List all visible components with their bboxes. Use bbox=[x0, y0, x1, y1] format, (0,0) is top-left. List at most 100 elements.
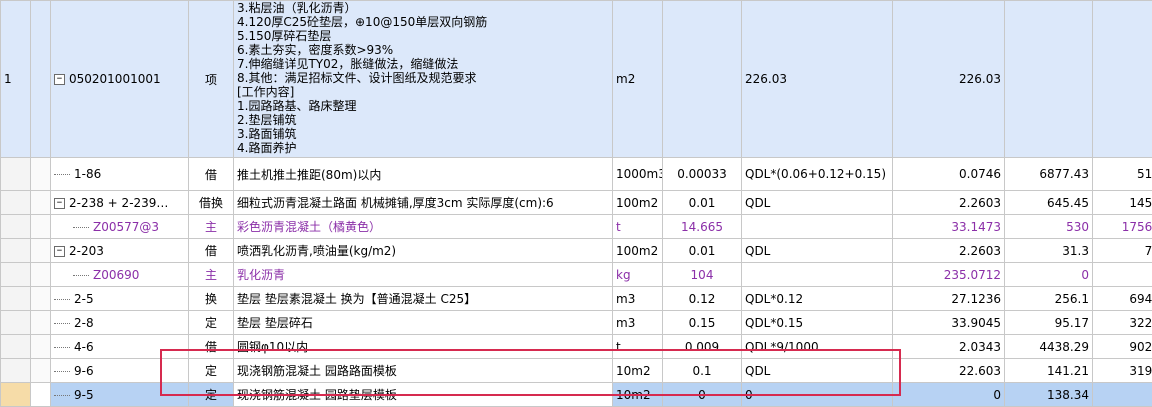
row-index[interactable] bbox=[1, 191, 31, 215]
row-index[interactable] bbox=[1, 359, 31, 383]
table-row[interactable]: 1 −050201001001 项 3.粘层油（乳化沥青） 4.120厚C25砼… bbox=[1, 1, 1152, 158]
amount-cell[interactable]: 33.9045 bbox=[893, 311, 1005, 335]
price-cell[interactable] bbox=[1005, 1, 1093, 158]
expr-cell[interactable]: QDL*9/1000 bbox=[742, 335, 893, 359]
price-cell[interactable]: 256.1 bbox=[1005, 287, 1093, 311]
unit-cell[interactable]: 10m2 bbox=[613, 359, 663, 383]
qty-cell[interactable]: 0.15 bbox=[663, 311, 742, 335]
row-index[interactable]: 1 bbox=[1, 1, 31, 158]
code-cell[interactable]: Z00690 bbox=[51, 263, 189, 287]
expr-cell[interactable] bbox=[742, 215, 893, 239]
row-index[interactable] bbox=[1, 383, 31, 407]
code-cell[interactable]: Z00577@3 bbox=[51, 215, 189, 239]
code-cell[interactable]: −050201001001 bbox=[51, 1, 189, 158]
type-cell[interactable]: 主 bbox=[189, 263, 234, 287]
type-cell[interactable]: 借 bbox=[189, 239, 234, 263]
row-index[interactable] bbox=[1, 158, 31, 191]
description-cell[interactable]: 垫层 垫层素混凝土 换为【普通混凝土 C25】 bbox=[234, 287, 613, 311]
table-row-selected[interactable]: 9-5 定 现浇钢筋混凝土 园路垫层模板 10m2 0 0 0 138.34 0 bbox=[1, 383, 1152, 407]
unit-cell[interactable]: t bbox=[613, 335, 663, 359]
price-cell[interactable]: 645.45 bbox=[1005, 191, 1093, 215]
expr-cell[interactable]: QDL bbox=[742, 239, 893, 263]
price-cell[interactable]: 0 bbox=[1005, 263, 1093, 287]
table-row[interactable]: Z00690 主 乳化沥青 kg 104 235.0712 0 0 bbox=[1, 263, 1152, 287]
type-cell[interactable]: 借换 bbox=[189, 191, 234, 215]
row-index[interactable] bbox=[1, 287, 31, 311]
unit-cell[interactable]: 100m2 bbox=[613, 191, 663, 215]
code-cell[interactable]: −2-238 + 2-239… bbox=[51, 191, 189, 215]
qty-cell[interactable] bbox=[663, 1, 742, 158]
type-cell[interactable]: 借 bbox=[189, 158, 234, 191]
unit-cell[interactable]: 1000m3 bbox=[613, 158, 663, 191]
unit-cell[interactable]: 10m2 bbox=[613, 383, 663, 407]
amount-cell[interactable]: 0 bbox=[893, 383, 1005, 407]
description-cell[interactable]: 乳化沥青 bbox=[234, 263, 613, 287]
amount-cell[interactable]: 22.603 bbox=[893, 359, 1005, 383]
unit-cell[interactable]: kg bbox=[613, 263, 663, 287]
total-cell[interactable]: 0 bbox=[1093, 263, 1152, 287]
type-cell[interactable]: 定 bbox=[189, 383, 234, 407]
code-cell[interactable]: 2-5 bbox=[51, 287, 189, 311]
table-row[interactable]: 2-8 定 垫层 垫层碎石 m3 0.15 QDL*0.15 33.9045 9… bbox=[1, 311, 1152, 335]
collapse-icon[interactable]: − bbox=[54, 246, 65, 257]
total-cell[interactable]: 513.06 bbox=[1093, 158, 1152, 191]
code-cell[interactable]: 2-8 bbox=[51, 311, 189, 335]
qty-cell[interactable]: 0.1 bbox=[663, 359, 742, 383]
description-cell[interactable]: 细粒式沥青混凝土路面 机械摊铺,厚度3cm 实际厚度(cm):6 bbox=[234, 191, 613, 215]
row-index[interactable] bbox=[1, 215, 31, 239]
table-row[interactable]: 4-6 借 圆钢φ10以内 t 0.009 QDL*9/1000 2.0343 … bbox=[1, 335, 1152, 359]
qty-cell[interactable]: 0.01 bbox=[663, 191, 742, 215]
description-cell[interactable]: 喷洒乳化沥青,喷油量(kg/m2) bbox=[234, 239, 613, 263]
price-cell[interactable]: 95.17 bbox=[1005, 311, 1093, 335]
table-row[interactable]: −2-203 借 喷洒乳化沥青,喷油量(kg/m2) 100m2 0.01 QD… bbox=[1, 239, 1152, 263]
total-cell[interactable]: 70.75 bbox=[1093, 239, 1152, 263]
table-row[interactable]: −2-238 + 2-239… 借换 细粒式沥青混凝土路面 机械摊铺,厚度3cm… bbox=[1, 191, 1152, 215]
total-cell[interactable]: 9028.81 bbox=[1093, 335, 1152, 359]
amount-cell[interactable]: 0.0746 bbox=[893, 158, 1005, 191]
amount-cell[interactable]: 2.0343 bbox=[893, 335, 1005, 359]
row-index[interactable] bbox=[1, 335, 31, 359]
code-cell[interactable]: 4-6 bbox=[51, 335, 189, 359]
total-cell[interactable]: 17568.07 bbox=[1093, 215, 1152, 239]
collapse-icon[interactable]: − bbox=[54, 198, 65, 209]
qty-cell[interactable]: 104 bbox=[663, 263, 742, 287]
row-index[interactable] bbox=[1, 239, 31, 263]
unit-cell[interactable]: m3 bbox=[613, 287, 663, 311]
amount-cell[interactable]: 33.1473 bbox=[893, 215, 1005, 239]
qty-cell[interactable]: 0.12 bbox=[663, 287, 742, 311]
expr-cell[interactable]: QDL*(0.06+0.12+0.15) bbox=[742, 158, 893, 191]
type-cell[interactable]: 项 bbox=[189, 1, 234, 158]
amount-cell[interactable]: 27.1236 bbox=[893, 287, 1005, 311]
expr-cell[interactable] bbox=[742, 263, 893, 287]
type-cell[interactable]: 主 bbox=[189, 215, 234, 239]
price-cell[interactable]: 6877.43 bbox=[1005, 158, 1093, 191]
description-cell[interactable]: 圆钢φ10以内 bbox=[234, 335, 613, 359]
total-cell[interactable]: 1458.91 bbox=[1093, 191, 1152, 215]
code-cell[interactable]: 1-86 bbox=[51, 158, 189, 191]
expr-cell[interactable]: QDL bbox=[742, 359, 893, 383]
total-cell[interactable]: 0 bbox=[1093, 383, 1152, 407]
unit-cell[interactable]: m2 bbox=[613, 1, 663, 158]
total-cell[interactable]: 6946.35 bbox=[1093, 287, 1152, 311]
code-cell[interactable]: 9-5 bbox=[51, 383, 189, 407]
amount-cell[interactable]: 226.03 bbox=[893, 1, 1005, 158]
qty-cell[interactable]: 0.01 bbox=[663, 239, 742, 263]
description-cell[interactable]: 3.粘层油（乳化沥青） 4.120厚C25砼垫层，⊕10@150单层双向钢筋 5… bbox=[234, 1, 613, 158]
unit-cell[interactable]: m3 bbox=[613, 311, 663, 335]
table-row[interactable]: 2-5 换 垫层 垫层素混凝土 换为【普通混凝土 C25】 m3 0.12 QD… bbox=[1, 287, 1152, 311]
amount-cell[interactable]: 235.0712 bbox=[893, 263, 1005, 287]
qty-cell[interactable]: 0 bbox=[663, 383, 742, 407]
type-cell[interactable]: 定 bbox=[189, 359, 234, 383]
amount-cell[interactable]: 2.2603 bbox=[893, 239, 1005, 263]
expr-cell[interactable]: QDL*0.15 bbox=[742, 311, 893, 335]
type-cell[interactable]: 换 bbox=[189, 287, 234, 311]
type-cell[interactable]: 定 bbox=[189, 311, 234, 335]
code-cell[interactable]: −2-203 bbox=[51, 239, 189, 263]
unit-cell[interactable]: 100m2 bbox=[613, 239, 663, 263]
qty-cell[interactable]: 0.00033 bbox=[663, 158, 742, 191]
description-cell[interactable]: 彩色沥青混凝土（橘黄色） bbox=[234, 215, 613, 239]
total-cell[interactable]: 3226.69 bbox=[1093, 311, 1152, 335]
qty-cell[interactable]: 14.665 bbox=[663, 215, 742, 239]
unit-cell[interactable]: t bbox=[613, 215, 663, 239]
type-cell[interactable]: 借 bbox=[189, 335, 234, 359]
